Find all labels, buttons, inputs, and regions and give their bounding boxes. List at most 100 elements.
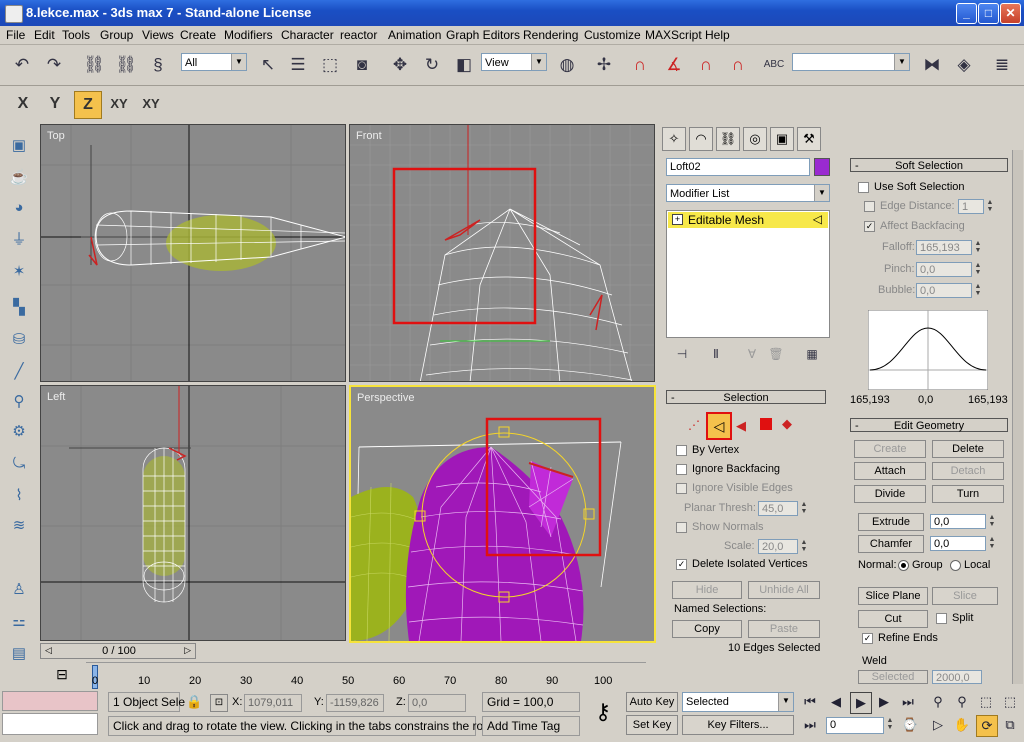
menu-graph-editors[interactable]: Graph Editors: [446, 28, 520, 42]
group-radio[interactable]: [898, 560, 909, 571]
rollout-scrollbar[interactable]: [1012, 150, 1023, 684]
zoom-extents-icon[interactable]: ⬚: [976, 692, 996, 712]
y-coordinate-field[interactable]: -1159,826: [326, 694, 384, 712]
axis-z-button[interactable]: Z: [74, 91, 102, 119]
modify-tab-icon[interactable]: ◠: [689, 127, 713, 151]
cylinder-icon[interactable]: ⛁: [7, 328, 31, 352]
motion-tab-icon[interactable]: ◎: [743, 127, 767, 151]
viewport-front[interactable]: Front: [349, 124, 655, 382]
angle-snap-icon[interactable]: ∡: [662, 53, 686, 77]
menu-group[interactable]: Group: [100, 28, 133, 42]
set-key-button[interactable]: Set Key: [626, 715, 678, 735]
set-key-big-icon[interactable]: ⚷: [586, 696, 620, 730]
menu-views[interactable]: Views: [142, 28, 174, 42]
pan-icon[interactable]: ✋: [952, 715, 972, 735]
time-slider[interactable]: ◁ 0 / 100 ▷: [40, 643, 196, 659]
refine-ends-checkbox[interactable]: ✓: [862, 633, 873, 644]
wave-icon[interactable]: ≋: [7, 514, 31, 538]
weld-selected-button[interactable]: Selected: [858, 670, 928, 684]
unhide-all-button[interactable]: Unhide All: [748, 581, 820, 599]
menu-file[interactable]: File: [6, 28, 25, 42]
auto-key-button[interactable]: Auto Key: [626, 692, 678, 712]
menu-animation[interactable]: Animation: [388, 28, 441, 42]
zoom-extents-all-icon[interactable]: ⬚: [1000, 692, 1020, 712]
arc-rotate-icon[interactable]: ⟳: [976, 715, 998, 737]
split-checkbox[interactable]: [936, 613, 947, 624]
paste-button[interactable]: Paste: [748, 620, 820, 638]
chamfer-spinner[interactable]: 0,0 ▲ ▼: [930, 536, 995, 551]
time-configuration-icon[interactable]: ⌚: [900, 715, 920, 735]
cloth-icon[interactable]: ⌇: [7, 484, 31, 508]
unlink-icon[interactable]: ⛓: [114, 53, 138, 77]
percent-snap-icon[interactable]: ∩: [694, 53, 718, 77]
cut-button[interactable]: Cut: [858, 610, 928, 628]
axis-y-button[interactable]: Y: [42, 91, 68, 117]
play-icon[interactable]: ▶: [850, 692, 872, 714]
zoom-all-icon[interactable]: ⚲: [952, 692, 972, 712]
star-icon[interactable]: ✶: [7, 260, 31, 284]
goto-end-icon[interactable]: ⏭: [898, 692, 918, 712]
bend-icon[interactable]: ⤿: [7, 452, 31, 476]
track-bar[interactable]: 0 10 20 30 40 50 60 70 80 90 100: [86, 662, 646, 689]
vertex-mode-icon[interactable]: ⋰: [688, 418, 700, 432]
axis-xy-button[interactable]: XY: [106, 91, 132, 117]
gear-icon[interactable]: ⚙: [7, 420, 31, 444]
copy-button[interactable]: Copy: [672, 620, 742, 638]
select-object-icon[interactable]: ↖: [256, 53, 280, 77]
planar-thresh-spinner[interactable]: 45,0 ▲ ▼: [758, 501, 807, 516]
menu-customize[interactable]: Customize: [584, 28, 641, 42]
move-icon[interactable]: ✥: [388, 53, 412, 77]
time-slider-next-icon[interactable]: ▷: [184, 645, 191, 656]
delete-isolated-checkbox[interactable]: ✓: [676, 559, 687, 570]
axis-x-button[interactable]: X: [10, 91, 36, 117]
use-soft-selection-checkbox[interactable]: [858, 182, 869, 193]
falloff-spinner[interactable]: 165,193 ▲ ▼: [916, 240, 981, 255]
viewport-top[interactable]: Top: [40, 124, 346, 382]
detach-button[interactable]: Detach: [932, 462, 1004, 480]
viewport-perspective[interactable]: Perspective: [349, 385, 656, 643]
layer-manager-icon[interactable]: ≣: [990, 53, 1014, 77]
reference-coordinate-dropdown[interactable]: View ▼: [481, 53, 547, 71]
x-coordinate-field[interactable]: 1079,011: [244, 694, 302, 712]
tool-icon[interactable]: ▤: [7, 642, 31, 666]
slice-button[interactable]: Slice: [932, 587, 998, 605]
snap-toggle-icon[interactable]: ∩: [628, 53, 652, 77]
mini-curve-editor-icon[interactable]: ⊟: [50, 666, 74, 684]
box-icon[interactable]: ▣: [7, 134, 31, 158]
mirror-icon[interactable]: ⧓: [920, 53, 944, 77]
ignore-backfacing-checkbox[interactable]: [676, 464, 687, 475]
current-frame-field[interactable]: 0 ▲ ▼: [826, 717, 893, 734]
align-icon[interactable]: ◈: [952, 53, 976, 77]
spinner-snap-icon[interactable]: ∩: [726, 53, 750, 77]
menu-modifiers[interactable]: Modifiers: [224, 28, 273, 42]
create-tab-icon[interactable]: ✧: [662, 127, 686, 151]
stack-item[interactable]: + Editable Mesh ◁: [668, 212, 828, 228]
display-tab-icon[interactable]: ▣: [770, 127, 794, 151]
menu-character[interactable]: Character: [281, 28, 334, 42]
extrude-spinner[interactable]: 0,0 ▲ ▼: [930, 514, 995, 529]
lamp-icon[interactable]: ⚲: [7, 390, 31, 414]
create-button[interactable]: Create: [854, 440, 926, 458]
teapot-icon[interactable]: ☕: [7, 166, 31, 190]
edge-distance-checkbox[interactable]: [864, 201, 875, 212]
sphere-icon[interactable]: ◕: [7, 196, 31, 220]
rotate-icon[interactable]: ↻: [420, 53, 444, 77]
key-filters-button[interactable]: Key Filters...: [682, 715, 794, 735]
line-icon[interactable]: ╱: [7, 360, 31, 384]
minimize-button[interactable]: _: [956, 3, 977, 24]
bone-icon[interactable]: ⚍: [7, 610, 31, 634]
menu-create[interactable]: Create: [180, 28, 216, 42]
chamfer-button[interactable]: Chamfer: [858, 535, 924, 553]
maxscript-listener-pink[interactable]: [2, 691, 98, 711]
divide-button[interactable]: Divide: [854, 485, 926, 503]
modifier-list-dropdown[interactable]: Modifier List ▼: [666, 184, 830, 202]
edge-distance-spinner[interactable]: 1 ▲ ▼: [958, 199, 993, 214]
checker-icon[interactable]: ▚: [7, 296, 31, 320]
edit-geometry-rollout-title[interactable]: - Edit Geometry: [850, 418, 1008, 432]
ignore-visible-edges-checkbox[interactable]: [676, 483, 687, 494]
turn-button[interactable]: Turn: [932, 485, 1004, 503]
menu-edit[interactable]: Edit: [34, 28, 55, 42]
biped-icon[interactable]: ♙: [7, 578, 31, 602]
scale-icon[interactable]: ◧: [452, 53, 476, 77]
expand-icon[interactable]: +: [672, 214, 683, 225]
